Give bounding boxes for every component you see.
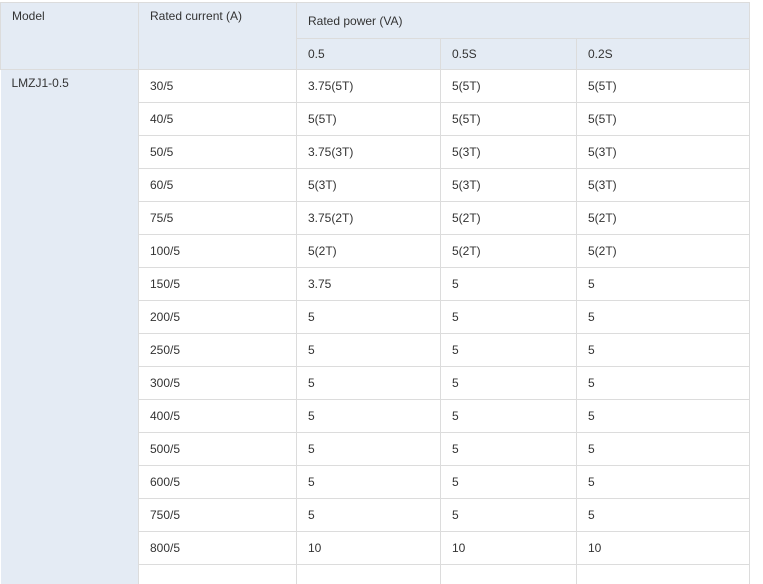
current-cell: 75/5: [138, 201, 297, 235]
rated-current-header: Rated current (A): [138, 2, 297, 70]
accuracy-class-header: 0.5S: [440, 38, 577, 70]
power-cell-0-2s: 5(3T): [575, 135, 751, 169]
power-cell-0-5s: 5: [440, 366, 577, 400]
power-cell-0-5: 3.75: [296, 267, 441, 301]
rated-power-header: Rated power (VA): [295, 2, 751, 39]
power-cell-0-5s: 5: [440, 267, 577, 301]
power-cell-0-5: 5(5T): [296, 102, 441, 136]
current-cell: 150/5: [138, 267, 297, 301]
power-cell-0-5s: 5: [440, 432, 577, 466]
power-cell-0-5: 5: [296, 498, 441, 532]
power-cell-0-5s: 5(3T): [440, 168, 577, 202]
header-row: Model Rated current (A) Rated power (VA): [0, 2, 751, 70]
power-cell-0-5: 10: [296, 531, 441, 565]
empty-cell: [296, 564, 441, 584]
power-cell-0-5: 3.75(2T): [296, 201, 441, 235]
power-cell-0-5s: 5(5T): [440, 102, 577, 136]
power-cell-0-2s: 5: [575, 465, 751, 499]
power-cell-0-2s: 10: [575, 531, 751, 565]
current-cell: 400/5: [138, 399, 297, 433]
power-cell-0-5s: 5(3T): [440, 135, 577, 169]
power-cell-0-2s: 5: [575, 399, 751, 433]
power-cell-0-2s: 5: [575, 267, 751, 301]
power-cell-0-5s: 5(2T): [440, 201, 577, 235]
power-cell-0-5: 5(3T): [296, 168, 441, 202]
empty-cell: [440, 564, 577, 584]
power-cell-0-5: 5(2T): [296, 234, 441, 268]
power-cell-0-5s: 5: [440, 399, 577, 433]
current-cell: 750/5: [138, 498, 297, 532]
current-cell: 800/5: [138, 531, 297, 565]
accuracy-class-header: 0.5: [296, 38, 441, 70]
power-cell-0-5: 3.75(5T): [296, 69, 441, 103]
power-cell-0-5: 5: [296, 300, 441, 334]
empty-cell: [138, 564, 297, 584]
current-cell: 50/5: [138, 135, 297, 169]
power-cell-0-2s: 5: [575, 333, 751, 367]
current-cell: 250/5: [138, 333, 297, 367]
power-cell-0-2s: 5(2T): [575, 234, 751, 268]
current-cell: 200/5: [138, 300, 297, 334]
power-cell-0-5s: 5(5T): [440, 69, 577, 103]
power-cell-0-5: 5: [296, 399, 441, 433]
power-cell-0-5s: 10: [440, 531, 577, 565]
empty-cell: [575, 564, 751, 584]
power-cell-0-2s: 5: [575, 366, 751, 400]
current-cell: 40/5: [138, 102, 297, 136]
power-cell-0-5: 5: [296, 333, 441, 367]
power-cell-0-2s: 5(5T): [575, 69, 751, 103]
power-cell-0-5s: 5: [440, 300, 577, 334]
model-header: Model: [0, 2, 139, 70]
power-cell-0-2s: 5(5T): [575, 102, 751, 136]
power-cell-0-2s: 5(2T): [575, 201, 751, 235]
power-cell-0-2s: 5: [575, 300, 751, 334]
current-cell: 500/5: [138, 432, 297, 466]
model-cell: LMZJ1-0.5: [0, 69, 139, 584]
power-cell-0-5: 5: [296, 366, 441, 400]
power-cell-0-5s: 5: [440, 498, 577, 532]
power-cell-0-2s: 5: [575, 432, 751, 466]
current-cell: 30/5: [138, 69, 297, 103]
power-cell-0-2s: 5: [575, 498, 751, 532]
table-body: LMZJ1-0.5 30/5 3.75(5T) 5(5T) 5(5T) 40/5 5(5T)…: [0, 69, 751, 584]
power-cell-0-5: 3.75(3T): [296, 135, 441, 169]
power-cell-0-5: 5: [296, 465, 441, 499]
current-cell: 100/5: [138, 234, 297, 268]
table-row: LMZJ1-0.5 30/5 3.75(5T) 5(5T) 5(5T): [0, 69, 751, 584]
current-cell: 300/5: [138, 366, 297, 400]
page: Model Rated current (A) Rated power (VA)…: [0, 0, 763, 584]
power-cell-0-2s: 5(3T): [575, 168, 751, 202]
accuracy-class-header: 0.2S: [575, 38, 751, 70]
power-cell-0-5s: 5(2T): [440, 234, 577, 268]
power-cell-0-5s: 5: [440, 333, 577, 367]
rated-power-table: Model Rated current (A) Rated power (VA)…: [0, 2, 751, 584]
power-cell-0-5: 5: [296, 432, 441, 466]
current-cell: 600/5: [138, 465, 297, 499]
power-cell-0-5s: 5: [440, 465, 577, 499]
current-cell: 60/5: [138, 168, 297, 202]
